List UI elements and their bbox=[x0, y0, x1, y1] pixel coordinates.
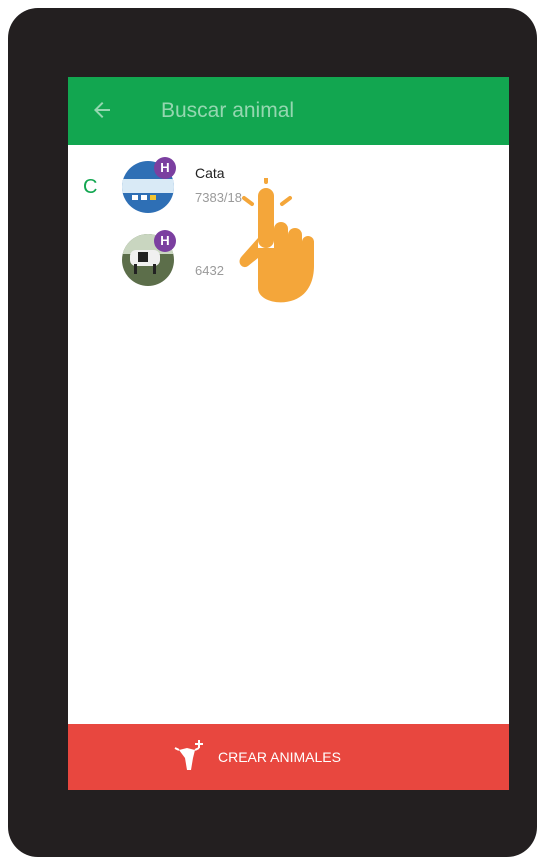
section-letter: C bbox=[83, 176, 98, 198]
app-bar: Buscar animal bbox=[68, 77, 509, 145]
cow-plus-icon bbox=[174, 740, 203, 770]
tap-hand-icon bbox=[239, 178, 314, 303]
create-animals-label: CREAR ANIMALES bbox=[218, 749, 341, 765]
status-badge: H bbox=[154, 230, 176, 252]
create-animals-button[interactable]: CREAR ANIMALES bbox=[68, 724, 509, 790]
back-arrow-icon[interactable] bbox=[90, 98, 114, 122]
page-title: Buscar animal bbox=[161, 99, 295, 122]
status-badge: H bbox=[154, 157, 176, 179]
tablet-frame: Buscar animal C H Cata 7383/18 H 6432 CR… bbox=[8, 8, 537, 857]
